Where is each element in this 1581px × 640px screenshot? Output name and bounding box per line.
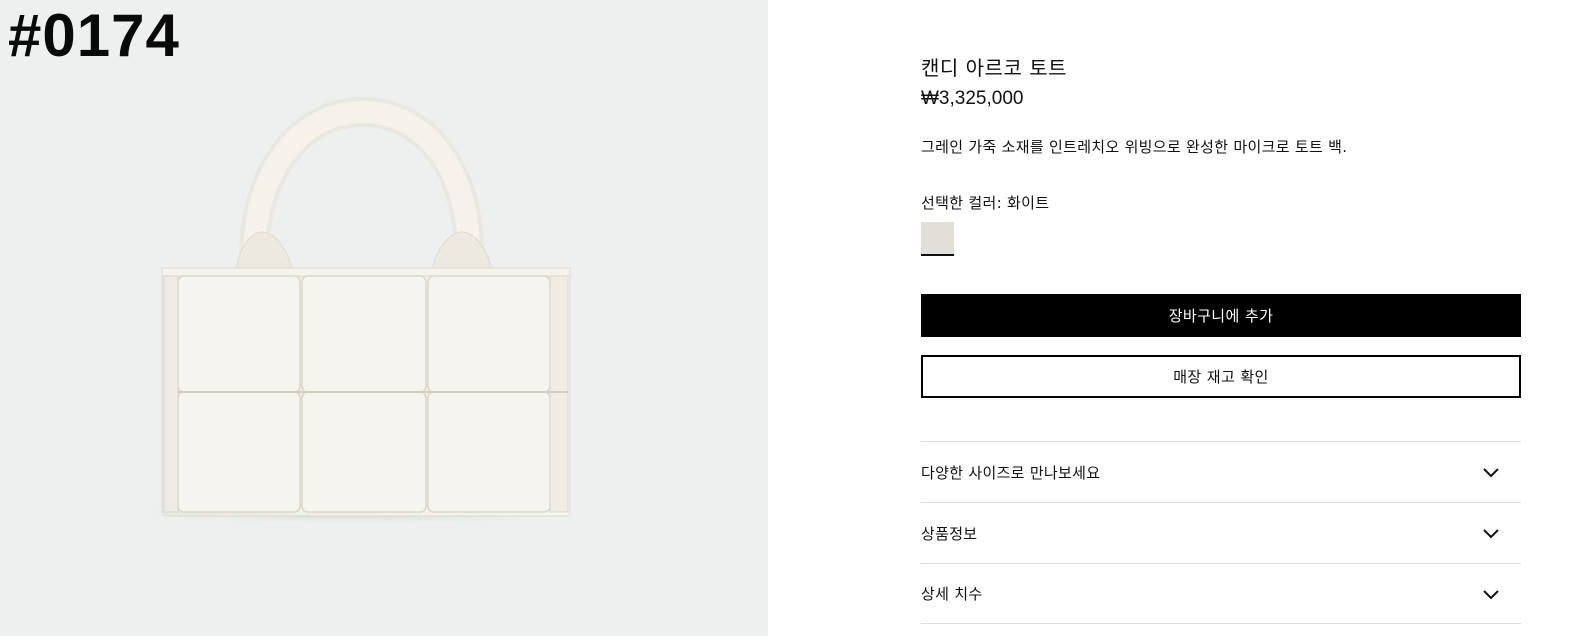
- product-description: 그레인 가죽 소재를 인트레치오 위빙으로 완성한 마이크로 토트 백.: [921, 138, 1348, 156]
- product-title: 캔디 아르코 토트: [921, 56, 1068, 80]
- image-id-label: #0174: [8, 2, 180, 69]
- accordion-label: 상품정보: [921, 524, 978, 543]
- accordion-product-info[interactable]: 상품정보: [921, 502, 1521, 563]
- product-image[interactable]: [0, 0, 768, 636]
- check-store-stock-button[interactable]: 매장 재고 확인: [921, 355, 1521, 398]
- accordion-label: 다양한 사이즈로 만나보세요: [921, 463, 1101, 482]
- chevron-down-icon: [1483, 468, 1499, 478]
- product-image-panel: #0174: [0, 0, 768, 636]
- chevron-down-icon: [1483, 529, 1499, 539]
- product-info-panel: 캔디 아르코 토트 ₩3,325,000 그레인 가죽 소재를 인트레치오 위빙…: [921, 0, 1521, 640]
- product-price: ₩3,325,000: [921, 88, 1024, 109]
- accordion-sizes[interactable]: 다양한 사이즈로 만나보세요: [921, 441, 1521, 502]
- accordion-label: 상세 치수: [921, 585, 983, 603]
- add-to-cart-button[interactable]: 장바구니에 추가: [921, 294, 1521, 337]
- color-swatch-white[interactable]: [921, 222, 954, 256]
- selected-color-label: 선택한 컬러: 화이트: [921, 194, 1050, 212]
- accordion-dimensions[interactable]: 상세 치수: [921, 563, 1521, 624]
- chevron-down-icon: [1483, 589, 1499, 599]
